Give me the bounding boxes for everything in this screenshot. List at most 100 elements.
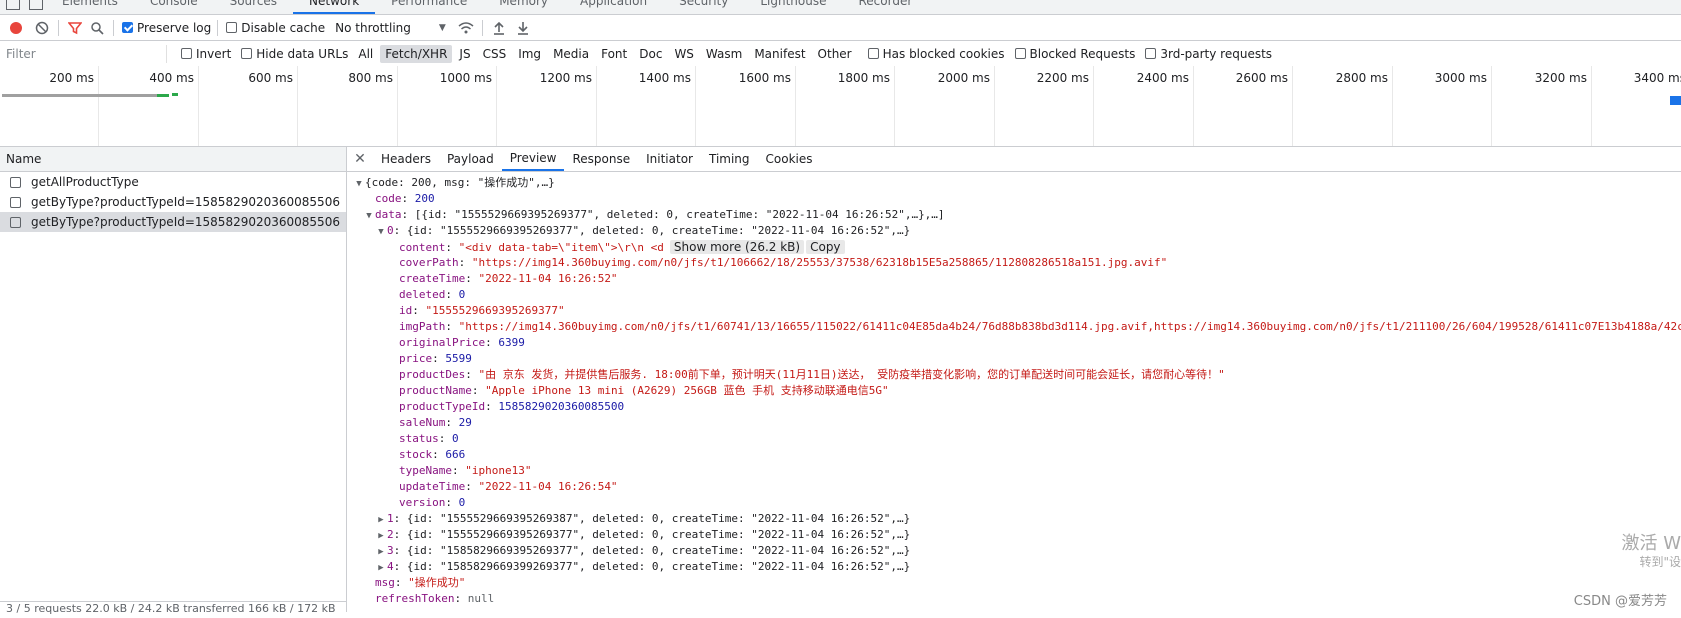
request-row-selected[interactable]: getByType?productTypeId=1585829020360085… [0, 212, 346, 232]
filter-bar: Invert Hide data URLs All Fetch/XHR JS C… [0, 41, 1681, 67]
tab-headers[interactable]: Headers [373, 147, 439, 171]
request-checkbox[interactable] [10, 196, 21, 208]
network-overview-timeline[interactable]: 200 ms 400 ms 600 ms 800 ms 1000 ms 1200 ms 14… [0, 66, 1681, 147]
type-filter-all[interactable]: All [353, 45, 378, 63]
item-index: 3 [387, 544, 394, 557]
tab-lighthouse[interactable]: Lighthouse [744, 0, 842, 14]
tree-node-item-collapsed[interactable]: ▶ 4: {id: "1585829669399269377", deleted:… [347, 559, 1681, 575]
timeline-tick-label: 3000 ms [1434, 71, 1487, 85]
type-filter-wasm[interactable]: Wasm [701, 45, 747, 63]
export-har-button[interactable] [513, 18, 533, 38]
type-filter-doc[interactable]: Doc [634, 45, 667, 63]
expand-triangle-icon[interactable]: ▶ [375, 544, 387, 560]
invert-checkbox[interactable] [181, 48, 192, 59]
type-filter-css[interactable]: CSS [478, 45, 512, 63]
tab-timing[interactable]: Timing [701, 147, 758, 171]
field-value: "<div data-tab=\"item\">\r\n <d [458, 241, 664, 254]
name-column-header[interactable]: Name [0, 147, 346, 172]
expand-triangle-icon[interactable]: ▼ [353, 176, 365, 192]
tree-node-item-collapsed[interactable]: ▶ 1: {id: "1555529669395269387", deleted:… [347, 511, 1681, 527]
throttling-select[interactable]: No throttling [335, 21, 411, 35]
blocked-requests-checkbox[interactable] [1014, 48, 1026, 59]
expand-triangle-icon[interactable]: ▶ [375, 560, 387, 576]
expand-triangle-icon[interactable]: ▶ [375, 512, 387, 528]
tree-field-row: content: "<div data-tab=\"item\">\r\n <d… [347, 239, 1681, 255]
import-har-button[interactable] [489, 18, 509, 38]
request-list-panel: Name getAllProductType getByType?product… [0, 147, 352, 615]
request-checkbox[interactable] [10, 216, 21, 228]
preserve-log-checkbox[interactable] [122, 22, 133, 33]
expand-triangle-icon[interactable]: ▶ [375, 528, 387, 544]
type-filter-media[interactable]: Media [548, 45, 594, 63]
tab-memory[interactable]: Memory [483, 0, 564, 14]
tab-security[interactable]: Security [663, 0, 744, 14]
tab-recorder[interactable]: Recorder [843, 0, 929, 14]
has-blocked-cookies-checkbox[interactable] [867, 48, 879, 59]
expand-triangle-icon[interactable]: ▼ [375, 224, 387, 240]
tab-elements[interactable]: Elements [46, 0, 134, 14]
field-key: stock [399, 448, 433, 461]
toolbar-divider [481, 19, 483, 36]
tree-field-row: productTypeId: 1585829020360085500 [399, 400, 625, 413]
tab-cookies[interactable]: Cookies [758, 147, 821, 171]
third-party-requests-checkbox[interactable] [1145, 48, 1157, 59]
timeline-tick-label: 3200 ms [1534, 71, 1587, 85]
tab-initiator[interactable]: Initiator [638, 147, 701, 171]
tab-response[interactable]: Response [564, 147, 638, 171]
type-filter-font[interactable]: Font [596, 45, 632, 63]
tab-application[interactable]: Application [564, 0, 663, 14]
device-toolbar-icon[interactable] [29, 0, 43, 10]
tree-node-item-collapsed[interactable]: ▶ 3: {id: "1585829669395269377", deleted:… [347, 543, 1681, 559]
type-filter-manifest[interactable]: Manifest [749, 45, 810, 63]
filter-toggle-button[interactable] [65, 18, 85, 38]
disable-cache-checkbox[interactable] [226, 22, 238, 33]
type-filter-js[interactable]: JS [454, 45, 475, 63]
tree-node-item-0[interactable]: ▼ 0: {id: "1555529669395269377", deleted:… [347, 223, 1681, 239]
clear-button[interactable] [32, 18, 52, 38]
timeline-gridline [994, 66, 995, 146]
request-checkbox[interactable] [10, 176, 21, 188]
type-filter-img[interactable]: Img [513, 45, 546, 63]
field-value: "由 京东 发货，并提供售后服务. 18:00前下单，预计明天(11月11日)送… [478, 368, 1225, 381]
toolbar-divider [217, 19, 219, 36]
chevron-down-icon[interactable]: ▼ [439, 23, 446, 33]
request-row[interactable]: getAllProductType [0, 172, 346, 192]
request-waterfall-bar [157, 94, 169, 97]
copy-button[interactable]: Copy [806, 240, 845, 254]
tree-field-row: updateTime: "2022-11-04 16:26:54" [399, 480, 618, 493]
close-icon[interactable]: ✕ [347, 147, 373, 171]
tree-node-data[interactable]: ▼ data: [{id: "1555529669395269377", dele… [347, 207, 1681, 223]
hide-data-urls-checkbox[interactable] [241, 48, 253, 59]
inspect-element-icon[interactable] [6, 0, 20, 10]
filter-input[interactable] [6, 44, 167, 63]
request-name: getByType?productTypeId=1585829020360085… [31, 215, 340, 229]
tab-performance[interactable]: Performance [375, 0, 483, 14]
type-filter-fetch-xhr[interactable]: Fetch/XHR [380, 44, 453, 63]
tree-node-root[interactable]: ▼ {code: 200, msg: "操作成功",…} [347, 175, 1681, 191]
tree-node-item-collapsed[interactable]: ▶ 2: {id: "1555529669395269377", deleted:… [347, 527, 1681, 543]
type-filter-ws[interactable]: WS [669, 45, 698, 63]
has-blocked-cookies-label: Has blocked cookies [882, 46, 1005, 61]
tab-preview[interactable]: Preview [501, 147, 565, 171]
upload-icon [493, 21, 504, 35]
timeline-gridline [1093, 66, 1094, 146]
item-summary: {id: "1585829669395269377", deleted: 0, … [406, 544, 911, 557]
request-row[interactable]: getByType?productTypeId=1585829020360085… [0, 192, 346, 212]
item-index: 2 [387, 528, 394, 541]
search-button[interactable] [87, 18, 107, 38]
network-conditions-button[interactable] [456, 18, 476, 38]
tree-field-row: stock: 666 [399, 448, 466, 461]
tree-field-row: imgPath: "https://img14.360buyimg.com/n0… [347, 319, 1681, 335]
tab-network[interactable]: Network [293, 0, 376, 14]
type-filter-other[interactable]: Other [813, 45, 857, 63]
show-more-button[interactable]: Show more (26.2 kB) [669, 240, 805, 254]
tab-console[interactable]: Console [134, 0, 214, 14]
field-value: "2022-11-04 16:26:54" [478, 480, 618, 493]
timeline-gridline [1491, 66, 1492, 146]
expand-triangle-icon[interactable]: ▼ [363, 208, 375, 224]
field-key: id [399, 304, 413, 317]
record-button[interactable] [6, 18, 26, 38]
tab-payload[interactable]: Payload [439, 147, 502, 171]
field-value: "https://img14.360buyimg.com/n0/jfs/t1/6… [458, 320, 1681, 333]
tab-sources[interactable]: Sources [214, 0, 293, 14]
